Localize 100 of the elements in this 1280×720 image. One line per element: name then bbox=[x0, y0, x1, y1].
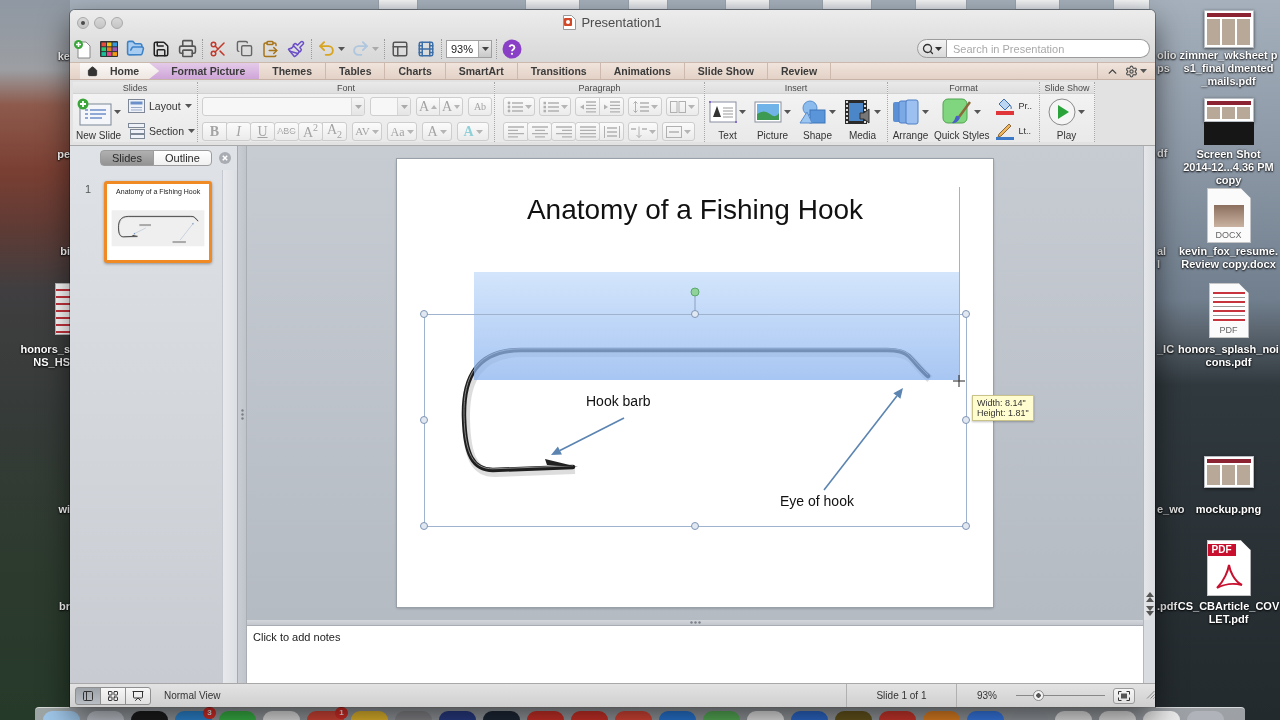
app-icon[interactable] bbox=[351, 711, 388, 720]
file-label[interactable]: mockup.png bbox=[1195, 503, 1262, 516]
resize-grip-icon[interactable] bbox=[1146, 690, 1155, 699]
fit-to-window-button[interactable] bbox=[1113, 687, 1135, 704]
media-button[interactable]: Media bbox=[844, 97, 881, 142]
resize-handle[interactable] bbox=[691, 522, 699, 530]
document-icon[interactable]: PDF bbox=[1208, 283, 1249, 338]
line-button[interactable]: Lt.. bbox=[994, 122, 1033, 140]
app-icon[interactable] bbox=[791, 711, 828, 720]
app-icon[interactable] bbox=[835, 711, 872, 720]
resize-handle[interactable] bbox=[962, 310, 970, 318]
ribbon-settings-button[interactable] bbox=[1125, 64, 1147, 78]
app-icon[interactable] bbox=[879, 711, 916, 720]
app-icon[interactable] bbox=[571, 711, 608, 720]
app-icon[interactable] bbox=[615, 711, 652, 720]
ribbon-tab[interactable]: Themes bbox=[259, 63, 326, 79]
minimize-window-button[interactable] bbox=[94, 16, 106, 29]
file-icon[interactable] bbox=[1015, 0, 1060, 10]
pointer-arrow[interactable] bbox=[551, 417, 625, 455]
file-label[interactable]: .pdf bbox=[1157, 600, 1178, 613]
rotate-handle[interactable] bbox=[690, 287, 700, 311]
close-window-button[interactable] bbox=[77, 16, 89, 29]
file-icon[interactable] bbox=[822, 0, 872, 10]
ribbon-tab[interactable]: SmartArt bbox=[445, 63, 518, 79]
app-icon[interactable] bbox=[43, 711, 80, 720]
picture-button[interactable]: Picture bbox=[754, 97, 791, 142]
app-icon[interactable] bbox=[1099, 711, 1136, 720]
ribbon-tab[interactable]: Animations bbox=[600, 63, 685, 79]
ribbon-tab[interactable]: Charts bbox=[385, 63, 446, 79]
help-button[interactable] bbox=[501, 37, 523, 60]
resize-handle[interactable] bbox=[962, 522, 970, 530]
view-button[interactable] bbox=[75, 686, 101, 705]
app-icon[interactable] bbox=[527, 711, 564, 720]
resize-handle[interactable] bbox=[420, 310, 428, 318]
section-button[interactable]: Section bbox=[128, 122, 196, 140]
document-icon[interactable]: DOCX bbox=[1206, 188, 1251, 243]
pane-tab[interactable]: Slides bbox=[100, 150, 154, 166]
app-icon[interactable] bbox=[263, 711, 300, 720]
notes-field[interactable]: Click to add notes bbox=[247, 626, 1143, 683]
file-icon[interactable] bbox=[725, 0, 770, 10]
app-icon[interactable] bbox=[1055, 711, 1092, 720]
ribbon-tab[interactable]: Home bbox=[80, 63, 160, 79]
app-icon[interactable] bbox=[87, 711, 124, 720]
page-arrows-icon[interactable] bbox=[1145, 592, 1154, 616]
image-thumbnail-icon[interactable] bbox=[1203, 10, 1254, 48]
file-label[interactable]: _IC bbox=[1157, 343, 1175, 356]
pdf-file-icon[interactable]: PDF bbox=[1206, 540, 1251, 596]
resize-handle[interactable] bbox=[420, 416, 428, 424]
search-field[interactable]: Search in Presentation bbox=[947, 39, 1150, 58]
scrollbar-track[interactable] bbox=[222, 170, 237, 683]
app-icon[interactable] bbox=[483, 711, 520, 720]
file-icon[interactable] bbox=[525, 0, 580, 10]
search-options-button[interactable] bbox=[917, 39, 947, 58]
shape-button[interactable]: Shape bbox=[799, 97, 836, 142]
ribbon-tab[interactable]: Slide Show bbox=[684, 63, 768, 79]
screenshot-thumbnail-icon[interactable] bbox=[1203, 98, 1254, 145]
image-thumbnail-icon[interactable] bbox=[1203, 456, 1254, 488]
ribbon-tab[interactable]: Transitions bbox=[517, 63, 601, 79]
arrange-button[interactable]: Arrange bbox=[892, 97, 929, 142]
print-button[interactable] bbox=[176, 37, 198, 60]
app-icon[interactable] bbox=[439, 711, 476, 720]
pointer-arrow[interactable] bbox=[823, 388, 903, 491]
text-box-button[interactable]: Text bbox=[709, 97, 746, 142]
ribbon-tab[interactable]: Tables bbox=[326, 63, 386, 79]
zoom-window-button[interactable] bbox=[111, 16, 123, 29]
document-icon[interactable] bbox=[55, 283, 70, 335]
slider-thumb[interactable] bbox=[1033, 690, 1045, 701]
file-label[interactable]: pe bbox=[57, 148, 70, 161]
splitter-grip-icon[interactable] bbox=[240, 409, 244, 420]
fill-button[interactable]: Pr.. bbox=[994, 97, 1033, 115]
file-label[interactable]: bi bbox=[60, 245, 70, 258]
pane-tab[interactable]: Outline bbox=[152, 150, 212, 166]
layout-button[interactable]: Layout bbox=[128, 97, 196, 115]
quick-styles-button[interactable]: Quick Styles bbox=[934, 97, 990, 142]
resize-handle[interactable] bbox=[691, 310, 699, 318]
app-icon[interactable] bbox=[131, 711, 168, 720]
file-label[interactable]: honors_splash_noi cons.pdf bbox=[1178, 343, 1279, 369]
view-button[interactable] bbox=[125, 686, 151, 705]
file-label[interactable]: wi bbox=[58, 503, 70, 516]
file-label[interactable]: CS_CBArticle_COV LET.pdf bbox=[1177, 600, 1280, 626]
new-slide-button[interactable]: New Slide bbox=[76, 97, 122, 142]
app-icon[interactable] bbox=[1143, 711, 1180, 720]
file-icon[interactable] bbox=[1113, 0, 1150, 10]
zoom-dropdown[interactable]: 93% bbox=[446, 39, 492, 58]
app-icon[interactable] bbox=[659, 711, 696, 720]
splitter-grip-icon[interactable] bbox=[689, 621, 701, 624]
file-label[interactable]: br bbox=[59, 600, 70, 613]
file-label[interactable]: kevin_fox_resume. Review copy.docx bbox=[1178, 245, 1279, 271]
file-label[interactable]: honors_s NS_HS bbox=[20, 343, 70, 369]
resize-handle[interactable] bbox=[962, 416, 970, 424]
resize-handle[interactable] bbox=[420, 522, 428, 530]
file-icon[interactable] bbox=[628, 0, 668, 10]
file-icon[interactable] bbox=[915, 0, 967, 10]
play-button[interactable]: Play bbox=[1048, 97, 1085, 142]
file-icon[interactable] bbox=[378, 0, 418, 10]
ribbon-tab[interactable]: Review bbox=[767, 63, 832, 79]
view-button[interactable] bbox=[100, 686, 126, 705]
ribbon-tab[interactable]: Format Picture bbox=[149, 63, 260, 79]
close-pane-button[interactable] bbox=[219, 152, 231, 164]
file-label[interactable]: e_wo bbox=[1157, 503, 1185, 516]
